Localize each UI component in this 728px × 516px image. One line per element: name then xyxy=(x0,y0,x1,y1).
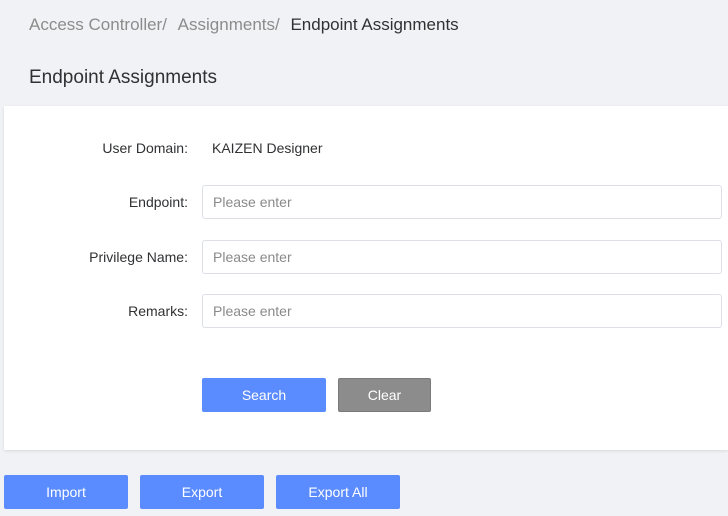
remarks-input[interactable] xyxy=(202,294,722,328)
privilege-name-label: Privilege Name: xyxy=(89,249,188,265)
endpoint-assignments-page: Access Controller/ Assignments/ Endpoint… xyxy=(0,0,728,516)
breadcrumb-current: Endpoint Assignments xyxy=(290,15,459,34)
page-title: Endpoint Assignments xyxy=(29,67,218,88)
user-domain-label: User Domain: xyxy=(102,140,188,156)
clear-button[interactable]: Clear xyxy=(338,378,431,412)
breadcrumb: Access Controller/ Assignments/ Endpoint… xyxy=(29,14,459,36)
search-form-card: User Domain: KAIZEN Designer Endpoint: P… xyxy=(4,106,728,450)
breadcrumb-item-access-controller[interactable]: Access Controller/ xyxy=(29,15,167,34)
endpoint-label: Endpoint: xyxy=(128,194,188,210)
remarks-label: Remarks: xyxy=(128,303,188,319)
breadcrumb-item-assignments[interactable]: Assignments/ xyxy=(178,15,280,34)
search-button[interactable]: Search xyxy=(202,378,326,412)
privilege-name-input[interactable] xyxy=(202,240,722,274)
import-button[interactable]: Import xyxy=(4,475,128,509)
user-domain-value: KAIZEN Designer xyxy=(212,140,323,156)
endpoint-input[interactable] xyxy=(202,185,722,219)
export-button[interactable]: Export xyxy=(140,475,264,509)
export-all-button[interactable]: Export All xyxy=(276,475,400,509)
